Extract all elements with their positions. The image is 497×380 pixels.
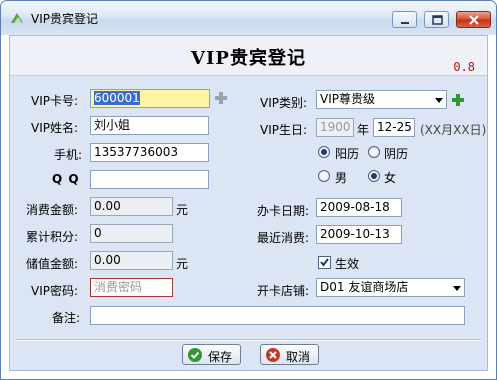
maximize-button[interactable]	[424, 11, 449, 28]
name-input[interactable]: 刘小姐	[90, 116, 209, 135]
category-add-icon[interactable]	[451, 93, 465, 110]
category-label: VIP类别:	[260, 96, 308, 110]
phone-label: 手机:	[54, 148, 83, 162]
chevron-down-icon	[453, 286, 461, 291]
title-bar: VIP贵宾登记	[1, 1, 496, 35]
cancel-icon	[265, 347, 281, 366]
card-no-label: VIP卡号:	[31, 94, 79, 108]
qq-input[interactable]	[90, 170, 209, 189]
divider	[16, 339, 481, 341]
effective-label: 生效	[335, 257, 360, 271]
female-label: 女	[384, 171, 397, 185]
issue-date-label: 办卡日期:	[257, 204, 310, 218]
consume-amount-unit: 元	[176, 203, 189, 217]
vip-registration-window: VIP贵宾登记 VIP贵宾登记 0.8 VIP卡号: 600001 VIP姓名:…	[0, 0, 497, 380]
lunar-radio[interactable]	[368, 146, 380, 158]
solar-label: 阳历	[335, 147, 360, 161]
points-field: 0	[90, 224, 173, 243]
remark-label: 备注:	[52, 311, 81, 325]
page-title: VIP贵宾登记	[191, 48, 306, 69]
birthday-monthday-input[interactable]: 12-25	[373, 118, 415, 137]
check-circle-icon	[187, 347, 203, 366]
version-label: 0.8	[453, 60, 475, 74]
female-radio[interactable]	[368, 170, 380, 182]
issue-date-input[interactable]: 2009-08-18	[316, 198, 402, 217]
remark-input[interactable]	[90, 306, 465, 325]
consume-amount-label: 消费金额:	[26, 203, 79, 217]
minimize-button[interactable]	[392, 11, 417, 28]
qq-label: Q Q	[52, 172, 80, 186]
last-consume-label: 最近消费:	[257, 231, 310, 245]
save-button[interactable]: 保存	[182, 344, 241, 365]
chevron-down-icon	[435, 98, 443, 103]
male-label: 男	[335, 171, 348, 185]
birthday-year-input[interactable]: 1900	[316, 118, 354, 137]
password-input[interactable]: 消费密码	[90, 278, 173, 297]
year-unit: 年	[357, 123, 370, 137]
store-select[interactable]: D01 友谊商场店	[316, 278, 465, 297]
consume-amount-field: 0.00	[90, 197, 173, 216]
stored-amount-field: 0.00	[90, 251, 173, 270]
birthday-format-hint: (XX月XX日)	[420, 123, 487, 137]
close-button[interactable]	[456, 11, 491, 28]
phone-input[interactable]: 13537736003	[90, 143, 209, 162]
form-header: VIP贵宾登记 0.8	[10, 36, 487, 76]
store-label: 开卡店铺:	[257, 284, 310, 298]
form-panel: VIP贵宾登记 0.8 VIP卡号: 600001 VIP姓名: 刘小姐 手机:…	[9, 35, 488, 371]
solar-radio[interactable]	[318, 146, 330, 158]
card-add-icon[interactable]	[214, 91, 228, 108]
category-select[interactable]: VIP尊贵级	[316, 90, 447, 109]
window-title: VIP贵宾登记	[31, 12, 98, 26]
stored-amount-unit: 元	[176, 257, 189, 271]
birthday-label: VIP生日:	[260, 123, 308, 137]
cancel-button[interactable]: 取消	[260, 344, 319, 365]
name-label: VIP姓名:	[31, 121, 79, 135]
last-consume-input[interactable]: 2009-10-13	[316, 225, 402, 244]
lunar-label: 阴历	[384, 147, 409, 161]
password-label: VIP密码:	[31, 284, 79, 298]
points-label: 累计积分:	[26, 230, 79, 244]
male-radio[interactable]	[318, 170, 330, 182]
save-button-label: 保存	[208, 350, 233, 364]
card-no-input[interactable]: 600001	[90, 89, 210, 108]
effective-checkbox[interactable]	[318, 256, 331, 269]
cancel-button-label: 取消	[286, 350, 311, 364]
stored-amount-label: 储值金额:	[26, 257, 79, 271]
app-icon	[9, 10, 25, 26]
